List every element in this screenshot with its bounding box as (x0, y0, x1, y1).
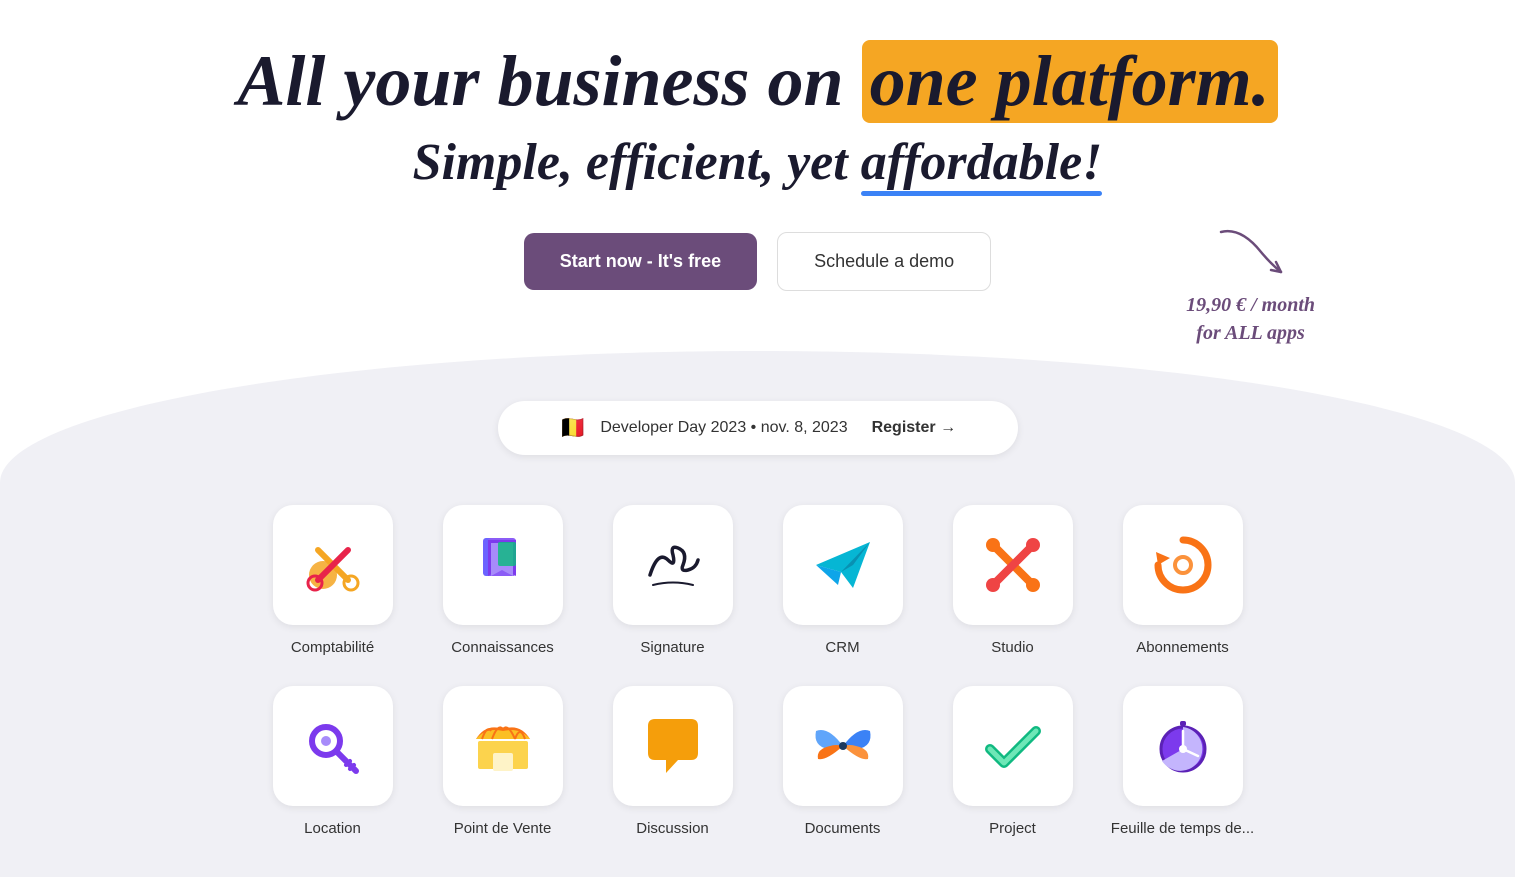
app-item-connaissances[interactable]: Connaissances (428, 505, 578, 656)
app-icon-box-connaissances (443, 505, 563, 625)
app-label-project: Project (989, 820, 1036, 837)
app-icon-box-feuille-de-temps (1123, 686, 1243, 806)
app-icon-box-discussion (613, 686, 733, 806)
app-label-location: Location (304, 820, 361, 837)
app-label-abonnements: Abonnements (1136, 639, 1229, 656)
comptabilite-icon (298, 530, 368, 600)
point-de-vente-icon (468, 711, 538, 781)
app-item-documents[interactable]: Documents (768, 686, 918, 837)
abonnements-icon (1148, 530, 1218, 600)
arrow-icon (1211, 222, 1291, 282)
event-register-link[interactable]: Register → (872, 419, 956, 437)
project-icon (978, 711, 1048, 781)
start-now-button[interactable]: Start now - It's free (524, 233, 757, 290)
signature-icon (638, 530, 708, 600)
schedule-demo-button[interactable]: Schedule a demo (777, 232, 991, 291)
price-text: 19,90 € / monthfor ALL apps (1186, 291, 1315, 347)
apps-grid: Comptabilité Connaissances (20, 505, 1495, 837)
documents-icon (808, 711, 878, 781)
app-label-crm: CRM (825, 639, 859, 656)
connaissances-icon (468, 530, 538, 600)
location-icon (298, 711, 368, 781)
app-label-point-de-vente: Point de Vente (454, 820, 552, 837)
feuille-de-temps-icon (1148, 711, 1218, 781)
app-icon-box-abonnements (1123, 505, 1243, 625)
crm-icon (808, 530, 878, 600)
app-icon-box-location (273, 686, 393, 806)
hero-title: All your business on one platform. (20, 40, 1495, 123)
app-item-studio[interactable]: Studio (938, 505, 1088, 656)
app-icon-box-studio (953, 505, 1073, 625)
hero-subtitle-highlight: affordable! (861, 133, 1103, 192)
app-item-comptabilite[interactable]: Comptabilité (258, 505, 408, 656)
app-label-connaissances: Connaissances (451, 639, 554, 656)
price-annotation: 19,90 € / monthfor ALL apps (1186, 222, 1315, 347)
app-icon-box-signature (613, 505, 733, 625)
app-label-signature: Signature (640, 639, 704, 656)
app-icon-box-comptabilite (273, 505, 393, 625)
app-item-location[interactable]: Location (258, 686, 408, 837)
event-banner[interactable]: 🇧🇪 Developer Day 2023 • nov. 8, 2023 Reg… (498, 401, 1018, 455)
app-label-feuille-de-temps: Feuille de temps de... (1111, 820, 1254, 837)
app-icon-box-project (953, 686, 1073, 806)
hero-title-part1: All your business on (237, 41, 843, 121)
app-icon-box-crm (783, 505, 903, 625)
app-icon-box-documents (783, 686, 903, 806)
app-item-project[interactable]: Project (938, 686, 1088, 837)
cta-area: Start now - It's free Schedule a demo 19… (20, 232, 1495, 291)
app-item-crm[interactable]: CRM (768, 505, 918, 656)
hero-subtitle-part1: Simple, efficient, yet (413, 134, 848, 191)
hero-section: All your business on one platform. Simpl… (0, 0, 1515, 291)
app-label-studio: Studio (991, 639, 1034, 656)
app-icon-box-point-de-vente (443, 686, 563, 806)
app-label-documents: Documents (805, 820, 881, 837)
app-item-point-de-vente[interactable]: Point de Vente (428, 686, 578, 837)
studio-icon (978, 530, 1048, 600)
gray-curve-section: 🇧🇪 Developer Day 2023 • nov. 8, 2023 Reg… (0, 351, 1515, 877)
discussion-icon (638, 711, 708, 781)
belgium-flag-icon: 🇧🇪 (559, 415, 586, 441)
app-item-discussion[interactable]: Discussion (598, 686, 748, 837)
app-item-feuille-de-temps[interactable]: Feuille de temps de... (1108, 686, 1258, 837)
hero-subtitle: Simple, efficient, yet affordable! (20, 133, 1495, 192)
event-text: Developer Day 2023 • nov. 8, 2023 (600, 419, 847, 437)
app-label-discussion: Discussion (636, 820, 709, 837)
app-label-comptabilite: Comptabilité (291, 639, 374, 656)
app-item-abonnements[interactable]: Abonnements (1108, 505, 1258, 656)
app-item-signature[interactable]: Signature (598, 505, 748, 656)
hero-title-highlight: one platform. (862, 40, 1278, 123)
